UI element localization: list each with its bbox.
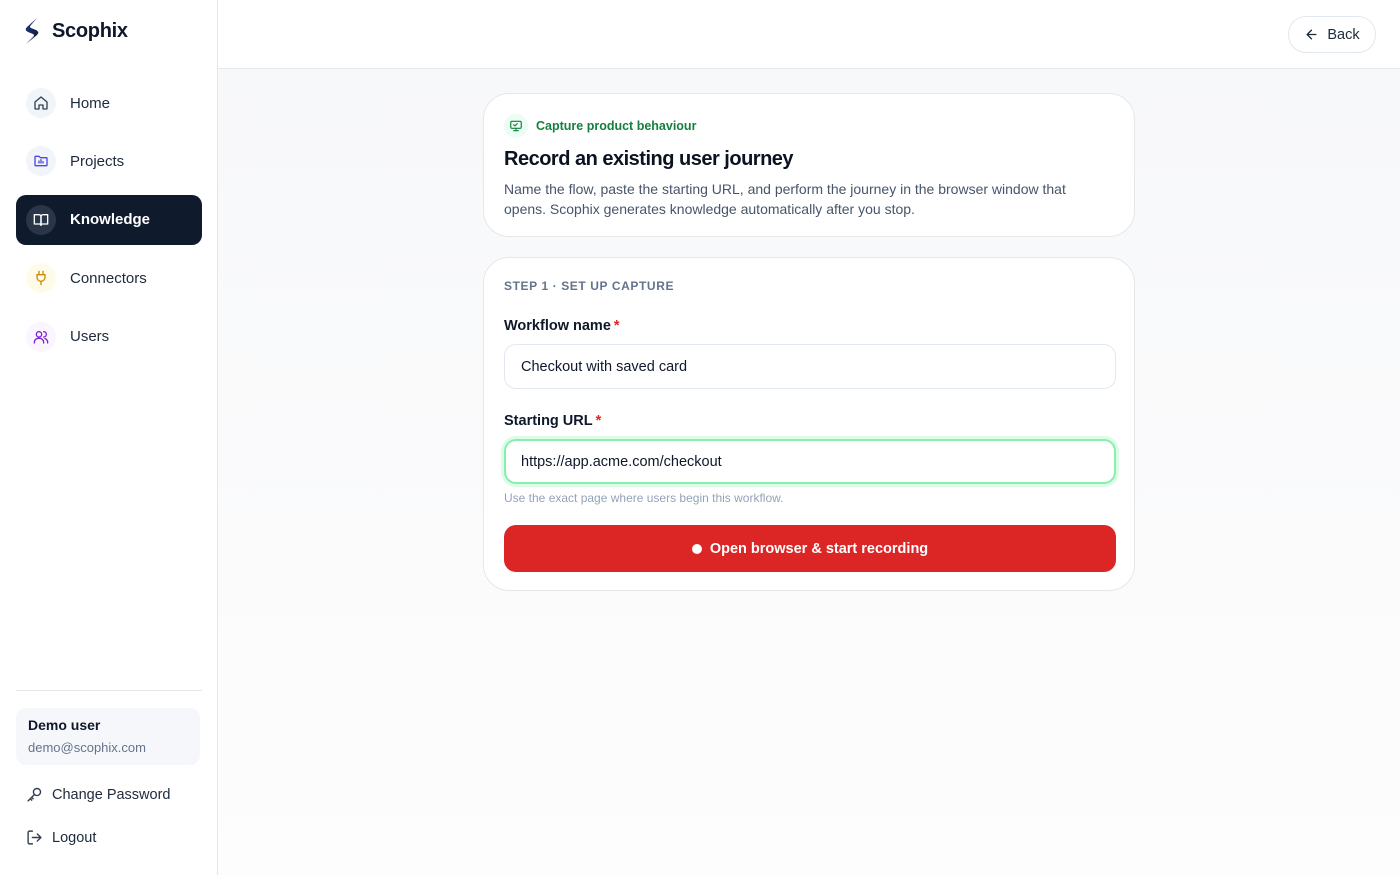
- step-label: STEP 1 · SET UP CAPTURE: [504, 279, 675, 293]
- folder-chart-icon: [26, 146, 56, 177]
- book-open-icon: [26, 204, 56, 235]
- home-icon: [26, 88, 56, 118]
- logout-link[interactable]: Logout: [26, 829, 96, 846]
- intro-card: Capture product behaviour Record an exis…: [483, 93, 1135, 237]
- arrow-left-icon: [1306, 29, 1317, 40]
- sidebar-item-home[interactable]: Home: [16, 78, 202, 128]
- top-bar: Back: [218, 0, 1400, 69]
- app-name: Scophix: [52, 19, 128, 42]
- change-password-link[interactable]: Change Password: [26, 786, 171, 803]
- back-button[interactable]: Back: [1288, 16, 1376, 53]
- user-card: Demo user demo@scophix.com: [16, 708, 200, 765]
- record-dot-icon: [691, 543, 702, 554]
- users-icon: [26, 321, 56, 352]
- key-icon: [27, 787, 42, 802]
- sidebar-nav: Home Projects Knowledge Connectors Users: [16, 78, 202, 370]
- change-password-label: Change Password: [52, 786, 171, 803]
- brand[interactable]: Scophix: [22, 17, 128, 45]
- scophix-logo-icon: [25, 18, 39, 44]
- monitor-icon: [504, 114, 528, 138]
- starting-url-label: Starting URL *: [504, 413, 1114, 429]
- starting-url-hint: Use the exact page where users begin thi…: [504, 491, 784, 505]
- workflow-name-label: Workflow name *: [504, 318, 1114, 334]
- start-recording-button[interactable]: Open browser & start recording: [504, 525, 1116, 572]
- user-name: Demo user: [28, 717, 101, 733]
- sidebar-item-label: Projects: [70, 152, 125, 170]
- sidebar-divider: [16, 690, 202, 691]
- logout-icon: [27, 830, 42, 845]
- required-marker: *: [595, 413, 602, 429]
- page-title: Record an existing user journey: [504, 148, 794, 170]
- page-description: Name the flow, paste the starting URL, a…: [504, 181, 1066, 217]
- sidebar-item-projects[interactable]: Projects: [16, 136, 202, 186]
- sidebar-item-label: Home: [70, 94, 111, 112]
- sidebar-item-knowledge[interactable]: Knowledge: [16, 194, 202, 245]
- logout-label: Logout: [52, 829, 97, 846]
- sidebar-item-label: Users: [70, 328, 110, 346]
- starting-url-input[interactable]: [504, 439, 1116, 484]
- capture-form-card: STEP 1 · SET UP CAPTURE Workflow name* S…: [483, 257, 1135, 591]
- sidebar-item-label: Connectors: [70, 269, 147, 287]
- main-content: Capture product behaviour Record an exis…: [218, 69, 1400, 875]
- start-recording-label: Open browser & start recording: [709, 540, 929, 557]
- user-email: demo@scophix.com: [28, 740, 146, 755]
- intro-badge: Capture product behaviour: [504, 114, 1114, 138]
- starting-url-label-text: Starting URL: [504, 413, 593, 429]
- sidebar-item-label: Knowledge: [70, 211, 151, 229]
- sidebar-item-users[interactable]: Users: [16, 312, 202, 362]
- workflow-name-input[interactable]: [504, 344, 1116, 389]
- required-marker: *: [613, 318, 620, 334]
- intro-badge-label: Capture product behaviour: [536, 119, 697, 133]
- workflow-name-label-text: Workflow name: [504, 318, 611, 334]
- plug-icon: [26, 263, 56, 294]
- sidebar-item-connectors[interactable]: Connectors: [16, 253, 202, 303]
- back-label: Back: [1327, 26, 1360, 43]
- sidebar: Scophix Home Projects Knowledge Connecto…: [0, 0, 218, 875]
